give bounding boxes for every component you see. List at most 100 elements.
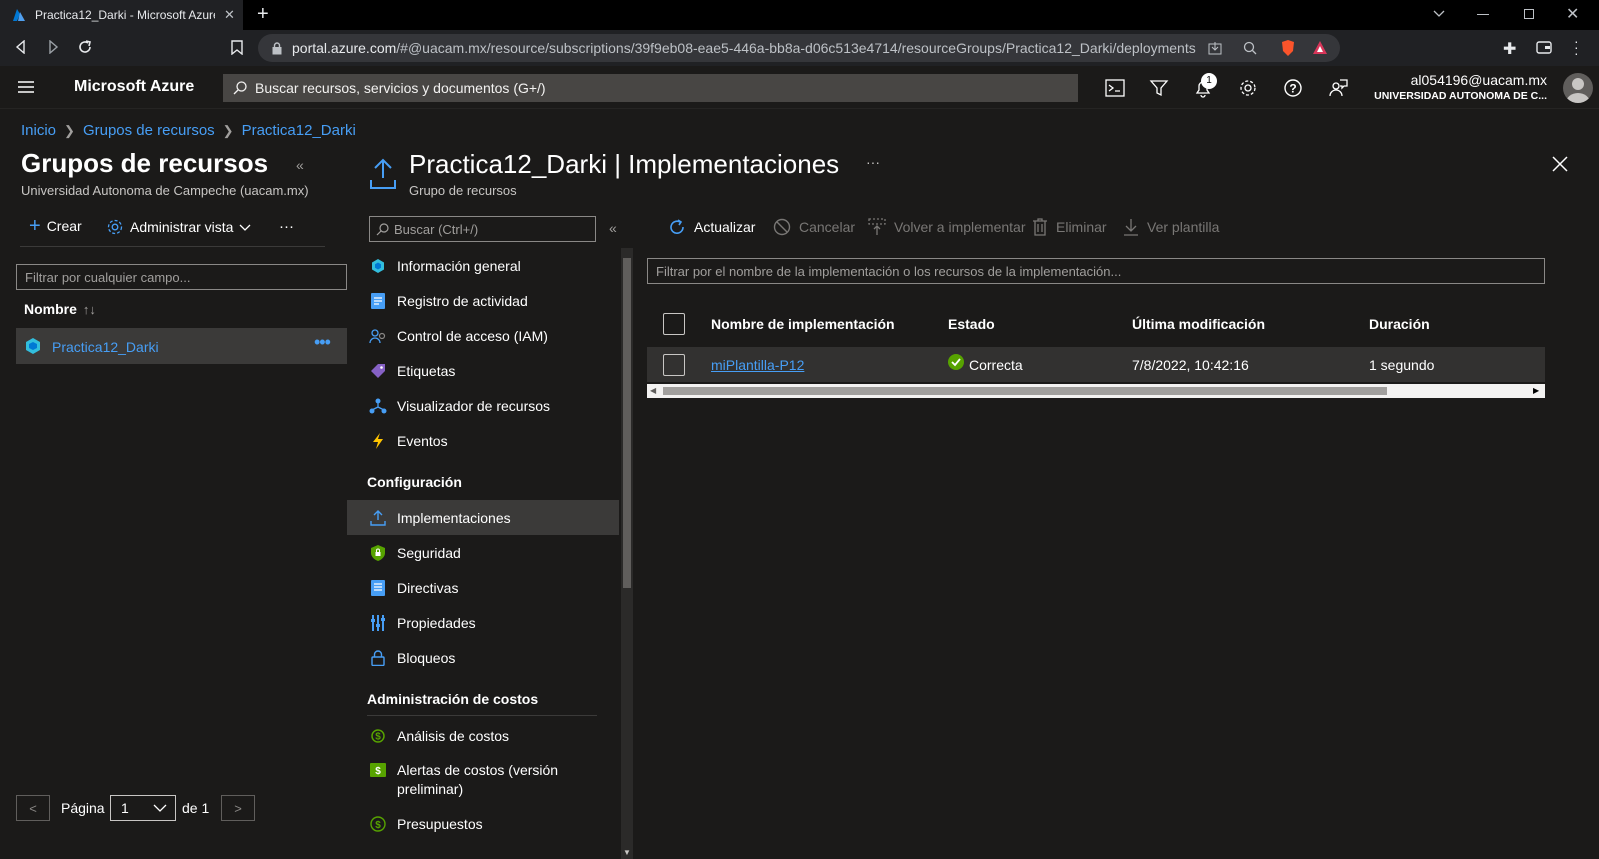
- row-checkbox[interactable]: [663, 354, 685, 376]
- browser-menu-icon[interactable]: · · ·: [1574, 34, 1579, 60]
- menu-item-deployments[interactable]: Implementaciones: [347, 500, 619, 535]
- plus-icon: +: [29, 215, 41, 237]
- minimize-icon[interactable]: [1477, 14, 1489, 15]
- menu-section-config: Configuración: [367, 474, 462, 490]
- refresh-button[interactable]: Actualizar: [668, 218, 755, 236]
- blade-subtitle: Universidad Autonoma de Campeche (uacam.…: [21, 183, 309, 198]
- page-select[interactable]: 1: [110, 795, 176, 821]
- deployments-filter-input[interactable]: Filtrar por el nombre de la implementaci…: [647, 258, 1545, 284]
- cancel-button[interactable]: Cancelar: [773, 218, 855, 236]
- title-more-options-icon[interactable]: ···: [866, 154, 880, 170]
- column-header-status[interactable]: Estado: [948, 316, 995, 332]
- search-icon: [376, 222, 389, 236]
- directory-filter-icon[interactable]: [1147, 76, 1171, 100]
- reload-icon[interactable]: [77, 39, 93, 55]
- menu-item-cost-alerts[interactable]: $ Alertas de costos (versión preliminar): [347, 753, 619, 797]
- grid-horizontal-scrollbar[interactable]: ◀ ▶: [647, 384, 1545, 398]
- new-tab-icon[interactable]: +: [257, 3, 269, 26]
- delete-button[interactable]: Eliminar: [1032, 218, 1107, 236]
- wallet-icon[interactable]: [1536, 40, 1552, 54]
- collapse-blade-icon[interactable]: «: [296, 157, 304, 173]
- svg-text:$: $: [375, 731, 381, 742]
- list-item[interactable]: Practica12_Darki •••: [16, 328, 347, 364]
- filter-input[interactable]: Filtrar por cualquier campo...: [16, 264, 347, 290]
- column-header-deployment-name[interactable]: Nombre de implementación: [711, 316, 895, 332]
- next-page-button[interactable]: >: [221, 795, 255, 821]
- deploy-icon: [369, 509, 387, 527]
- gear-icon: [106, 218, 124, 236]
- view-template-button[interactable]: Ver plantilla: [1123, 218, 1219, 236]
- hamburger-menu-icon[interactable]: [18, 81, 34, 93]
- menu-item-cost-analysis[interactable]: $ Análisis de costos: [347, 718, 619, 753]
- cost-alert-icon: $: [369, 761, 387, 779]
- brave-rewards-icon[interactable]: [1312, 40, 1328, 55]
- previous-page-button[interactable]: <: [16, 795, 50, 821]
- scroll-left-icon[interactable]: ◀: [650, 386, 656, 395]
- settings-gear-icon[interactable]: [1236, 76, 1260, 100]
- avatar[interactable]: [1563, 73, 1593, 103]
- bookmark-icon[interactable]: [231, 40, 243, 55]
- extensions-icon[interactable]: ✚: [1503, 39, 1516, 59]
- resource-menu: Información general Registro de activida…: [347, 248, 619, 859]
- page-total: de 1: [182, 800, 210, 816]
- breadcrumb-resource-group-link[interactable]: Practica12_Darki: [242, 122, 356, 139]
- restore-icon[interactable]: [1524, 9, 1534, 19]
- cost-analysis-icon: $: [369, 727, 387, 745]
- menu-item-activity-log[interactable]: Registro de actividad: [347, 283, 619, 318]
- more-options-button[interactable]: ···: [279, 218, 294, 235]
- browser-tab[interactable]: Practica12_Darki - Microsoft Azure ✕: [0, 0, 243, 30]
- brave-shield-icon[interactable]: [1280, 39, 1296, 57]
- svg-text:?: ?: [1289, 82, 1296, 96]
- column-header-name[interactable]: Nombre ↑↓: [24, 301, 96, 317]
- portal-brand[interactable]: Microsoft Azure: [74, 78, 194, 96]
- menu-item-tags[interactable]: Etiquetas: [347, 353, 619, 388]
- deployment-duration: 1 segundo: [1369, 357, 1435, 373]
- redeploy-button[interactable]: Volver a implementar: [868, 218, 1026, 236]
- resource-visualizer-icon: [369, 397, 387, 415]
- collapse-menu-icon[interactable]: «: [609, 220, 617, 236]
- scroll-right-icon[interactable]: ▶: [1533, 386, 1539, 395]
- tab-list-icon[interactable]: [1432, 6, 1446, 20]
- forward-icon[interactable]: [46, 40, 60, 54]
- menu-item-overview[interactable]: Información general: [347, 248, 619, 283]
- menu-item-policies[interactable]: Directivas: [347, 570, 619, 605]
- menu-item-budgets[interactable]: $ Presupuestos: [347, 806, 619, 841]
- menu-item-iam[interactable]: Control de acceso (IAM): [347, 318, 619, 353]
- address-bar[interactable]: portal.azure.com/#@uacam.mx/resource/sub…: [258, 34, 1340, 62]
- refresh-icon: [668, 218, 686, 236]
- account-info[interactable]: al054196@uacam.mx UNIVERSIDAD AUTONOMA D…: [1374, 72, 1547, 102]
- menu-item-resource-visualizer[interactable]: Visualizador de recursos: [347, 388, 619, 423]
- properties-icon: [369, 614, 387, 632]
- select-all-checkbox[interactable]: [663, 313, 685, 335]
- global-search-input[interactable]: Buscar recursos, servicios y documentos …: [223, 74, 1078, 102]
- menu-item-locks[interactable]: Bloqueos: [347, 640, 619, 675]
- manage-view-button[interactable]: Administrar vista: [106, 218, 251, 236]
- zoom-icon[interactable]: [1243, 41, 1257, 55]
- menu-item-security[interactable]: Seguridad: [347, 535, 619, 570]
- close-window-icon[interactable]: ✕: [1566, 4, 1579, 24]
- back-icon[interactable]: [14, 40, 28, 54]
- breadcrumb-resource-groups-link[interactable]: Grupos de recursos: [83, 122, 215, 139]
- menu-item-events[interactable]: Eventos: [347, 423, 619, 458]
- menu-scrollbar-thumb[interactable]: [623, 258, 631, 588]
- close-blade-icon[interactable]: [1552, 156, 1568, 172]
- deployments-header-icon: [369, 158, 397, 190]
- column-header-duration[interactable]: Duración: [1369, 316, 1430, 332]
- create-button[interactable]: + Crear: [29, 215, 82, 237]
- close-tab-icon[interactable]: ✕: [224, 7, 235, 23]
- menu-scrollbar[interactable]: ▼: [621, 248, 633, 859]
- breadcrumb-home-link[interactable]: Inicio: [21, 122, 56, 139]
- column-header-last-modified[interactable]: Última modificación: [1132, 316, 1265, 332]
- feedback-icon[interactable]: [1326, 76, 1350, 100]
- grid-scrollbar-thumb[interactable]: [663, 387, 1387, 395]
- menu-search-input[interactable]: Buscar (Ctrl+/): [369, 216, 596, 242]
- deployment-name-link[interactable]: miPlantilla-P12: [711, 357, 804, 373]
- help-icon[interactable]: ?: [1281, 76, 1305, 100]
- cloud-shell-icon[interactable]: [1103, 76, 1127, 100]
- menu-item-properties[interactable]: Propiedades: [347, 605, 619, 640]
- row-more-options-icon[interactable]: •••: [314, 332, 331, 353]
- scroll-down-icon[interactable]: ▼: [623, 848, 631, 857]
- resource-group-link[interactable]: Practica12_Darki: [52, 339, 159, 355]
- install-app-icon[interactable]: [1208, 41, 1222, 55]
- deployment-modified: 7/8/2022, 10:42:16: [1132, 357, 1249, 373]
